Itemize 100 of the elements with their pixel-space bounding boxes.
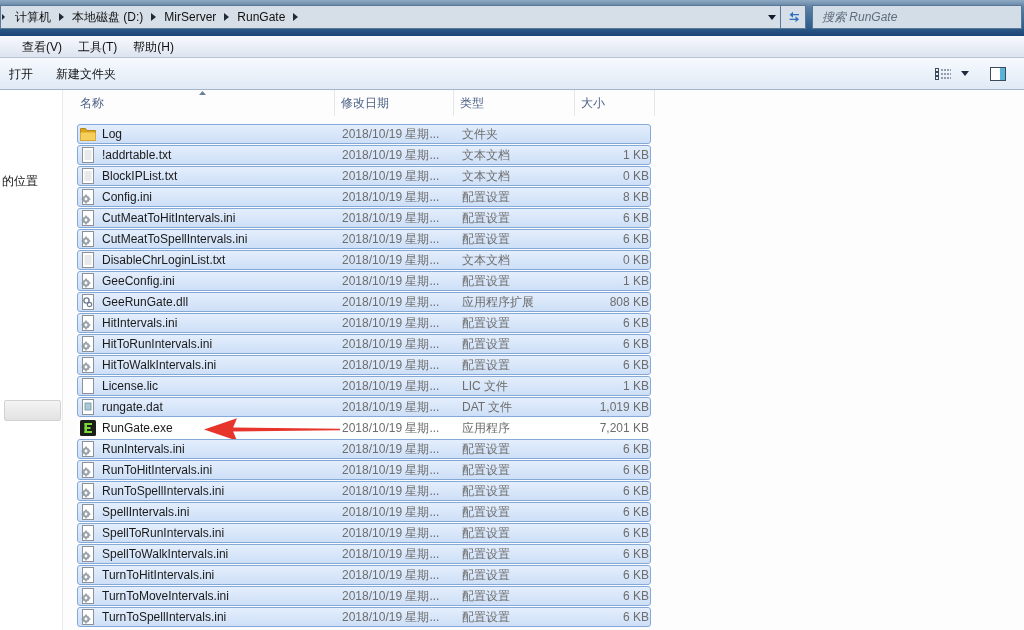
file-name: SpellIntervals.ini [102,504,191,521]
file-size: 7,201 KB [599,420,649,437]
file-row[interactable]: rungate.dat 2018/10/19 星期... DAT 文件 1,019 KB [77,397,651,417]
file-row[interactable]: !addrtable.txt 2018/10/19 星期... 文本文档 1 KB [77,145,651,165]
file-row[interactable]: RunToHitIntervals.ini 2018/10/19 星期... 配置设置 6 KB [77,460,651,480]
file-row[interactable]: TurnToMoveIntervals.ini 2018/10/19 星期... 配置设置 6 KB [77,586,651,606]
settings-file-icon [80,546,96,562]
dropdown-caret-icon[interactable] [768,14,776,20]
file-type: 配置设置 [462,462,511,479]
settings-file-icon [80,231,96,247]
search-field[interactable]: 搜索 RunGate [812,5,1022,29]
chevron-right-icon[interactable] [2,14,5,20]
file-row[interactable]: HitToWalkIntervals.ini 2018/10/19 星期... 配置设置 6 KB [77,355,651,375]
settings-file-icon [80,441,96,457]
file-size: 6 KB [623,546,649,563]
file-row[interactable]: HitToRunIntervals.ini 2018/10/19 星期... 配置设置 6 KB [77,334,651,354]
chevron-right-icon[interactable] [151,13,157,21]
file-type: 配置设置 [462,483,511,500]
menu-item[interactable]: 帮助(H) [133,37,174,56]
file-row[interactable]: HitIntervals.ini 2018/10/19 星期... 配置设置 6 KB [77,313,651,333]
file-size: 808 KB [609,294,649,311]
file-type: 配置设置 [462,525,511,542]
modified-date: 2018/10/19 星期... [342,567,441,584]
file-row[interactable]: SpellToRunIntervals.ini 2018/10/19 星期... 配置设置 6 KB [77,523,651,543]
file-type: 应用程序扩展 [462,294,535,311]
dropdown-caret-icon [961,71,969,76]
file-row[interactable]: RunGate.exe 2018/10/19 星期... 应用程序 7,201 KB [77,418,651,438]
settings-file-icon [80,588,96,604]
toolbar-button[interactable]: 打开 [3,62,39,85]
breadcrumb-item[interactable]: MirServer [164,8,217,26]
column-header[interactable]: 大小 [575,90,655,116]
menu-item[interactable]: 工具(T) [78,37,118,56]
file-row[interactable]: BlockIPList.txt 2018/10/19 星期... 文本文档 0 KB [77,166,651,186]
file-row[interactable]: CutMeatToSpellIntervals.ini 2018/10/19 星期... 配置设置 6 KB [77,229,651,249]
breadcrumb-item[interactable]: RunGate [237,8,286,26]
folder-icon [80,126,96,142]
file-name: HitToWalkIntervals.ini [102,357,218,374]
file-size: 1 KB [623,147,649,164]
file-name: HitToRunIntervals.ini [102,336,214,353]
chevron-right-icon[interactable] [224,13,230,21]
file-size: 6 KB [623,483,649,500]
file-row[interactable]: CutMeatToHitIntervals.ini 2018/10/19 星期... 配置设置 6 KB [77,208,651,228]
file-row[interactable]: GeeRunGate.dll 2018/10/19 星期... 应用程序扩展 808 KB [77,292,651,312]
file-name: SpellToRunIntervals.ini [102,525,226,542]
modified-date: 2018/10/19 星期... [342,504,441,521]
file-row[interactable]: DisableChrLoginList.txt 2018/10/19 星期... 文本文档 0 KB [77,250,651,270]
column-header[interactable]: 类型 [454,90,575,116]
file-size: 6 KB [623,567,649,584]
file-type: 配置设置 [462,546,511,563]
file-name: Log [102,126,124,143]
column-header[interactable]: 修改日期 [335,90,454,116]
address-bar[interactable]: 计算机 本地磁盘 (D:) MirServer RunGate [0,5,781,29]
settings-file-icon [80,504,96,520]
file-name: RunIntervals.ini [102,441,186,458]
file-name: rungate.dat [102,399,164,416]
modified-date: 2018/10/19 星期... [342,168,441,185]
file-row[interactable]: SpellIntervals.ini 2018/10/19 星期... 配置设置 6 KB [77,502,651,522]
file-type: 配置设置 [462,210,511,227]
column-header[interactable]: 名称 [63,90,335,116]
preview-pane-button[interactable] [990,66,1006,81]
settings-file-icon [80,567,96,583]
file-row[interactable]: Log 2018/10/19 星期... 文件夹 [77,124,651,144]
file-name: HitIntervals.ini [102,315,179,332]
file-size: 1 KB [623,273,649,290]
file-row[interactable]: GeeConfig.ini 2018/10/19 星期... 配置设置 1 KB [77,271,651,291]
file-name: BlockIPList.txt [102,168,179,185]
file-row[interactable]: RunToSpellIntervals.ini 2018/10/19 星期... 配置设置 6 KB [77,481,651,501]
nav-item[interactable]: 的位置 [0,170,62,191]
file-type: 文本文档 [462,168,511,185]
file-row[interactable]: SpellToWalkIntervals.ini 2018/10/19 星期... 配置设置 6 KB [77,544,651,564]
menu-item[interactable]: 查看(V) [22,37,62,56]
settings-file-icon [80,462,96,478]
details-view-icon [935,67,951,80]
file-size: 0 KB [623,252,649,269]
file-row[interactable]: Config.ini 2018/10/19 星期... 配置设置 8 KB [77,187,651,207]
file-size: 6 KB [623,357,649,374]
settings-file-icon [80,483,96,499]
breadcrumb-item[interactable]: 本地磁盘 (D:) [72,8,144,26]
chevron-right-icon[interactable] [59,13,64,21]
modified-date: 2018/10/19 星期... [342,357,441,374]
library-file-icon [80,294,96,310]
file-size: 8 KB [623,189,649,206]
file-row[interactable]: TurnToSpellIntervals.ini 2018/10/19 星期... 配置设置 6 KB [77,607,651,627]
settings-file-icon [80,525,96,541]
settings-file-icon [80,189,96,205]
file-row[interactable]: TurnToHitIntervals.ini 2018/10/19 星期... 配置设置 6 KB [77,565,651,585]
modified-date: 2018/10/19 星期... [342,546,441,563]
file-name: TurnToMoveIntervals.ini [102,588,230,605]
breadcrumb-item[interactable]: 计算机 [15,8,51,26]
file-type: 配置设置 [462,357,511,374]
chevron-right-icon[interactable] [293,13,299,21]
file-name: RunGate.exe [102,420,174,437]
modified-date: 2018/10/19 星期... [342,420,441,437]
refresh-button[interactable] [781,5,806,29]
file-row[interactable]: RunIntervals.ini 2018/10/19 星期... 配置设置 6 KB [77,439,651,459]
toolbar-button[interactable]: 新建文件夹 [50,62,122,85]
file-name: TurnToHitIntervals.ini [102,567,216,584]
file-name: GeeConfig.ini [102,273,176,290]
file-type: 配置设置 [462,567,511,584]
file-row[interactable]: License.lic 2018/10/19 星期... LIC 文件 1 KB [77,376,651,396]
